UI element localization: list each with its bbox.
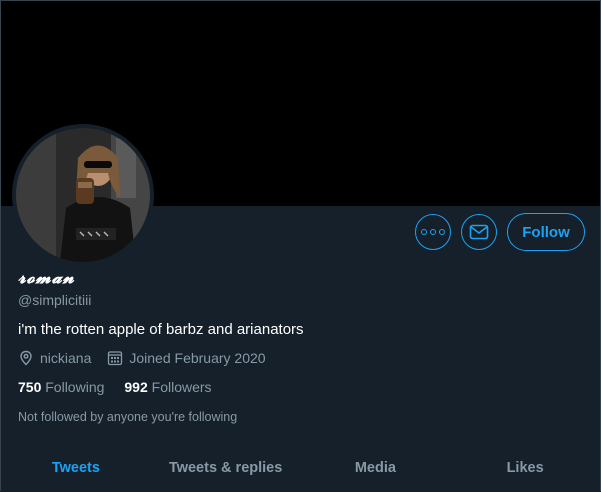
joined-text: Joined February 2020 — [129, 350, 266, 366]
tab-tweets-and-replies[interactable]: Tweets & replies — [151, 444, 301, 492]
followers-count: 992 — [124, 379, 148, 395]
avatar-image — [16, 128, 150, 262]
avatar[interactable] — [12, 124, 154, 266]
followers-link[interactable]: 992 Followers — [124, 379, 211, 395]
user-handle: @simplicitiii — [18, 292, 92, 308]
avatar-photo — [16, 128, 150, 262]
location-text: nickiana — [40, 350, 92, 366]
follow-counts: 750 Following 992 Followers — [18, 379, 212, 395]
tab-media[interactable]: Media — [301, 444, 451, 492]
profile-tabs: Tweets Tweets & replies Media Likes — [1, 444, 600, 492]
display-name: 𝓻𝓸𝓶𝓪𝓷 — [18, 268, 75, 288]
more-button[interactable] — [415, 214, 451, 250]
following-label: Following — [45, 379, 105, 395]
message-button[interactable] — [461, 214, 497, 250]
followed-by-note: Not followed by anyone you're following — [18, 410, 238, 424]
location-item: nickiana — [18, 350, 91, 366]
calendar-icon — [108, 351, 123, 366]
following-link[interactable]: 750 Following — [18, 379, 104, 395]
following-count: 750 — [18, 379, 42, 395]
profile-bio: i'm the rotten apple of barbz and ariana… — [18, 321, 304, 338]
profile-actions: Follow — [415, 213, 585, 251]
location-icon — [20, 350, 32, 366]
more-icon — [421, 229, 445, 235]
mail-icon — [469, 224, 489, 240]
tab-tweets[interactable]: Tweets — [1, 444, 151, 492]
joined-item: Joined February 2020 — [107, 350, 266, 366]
profile-meta: nickiana Joined February 2020 — [18, 350, 266, 366]
followers-label: Followers — [151, 379, 212, 395]
follow-button[interactable]: Follow — [507, 213, 585, 251]
tab-likes[interactable]: Likes — [450, 444, 600, 492]
